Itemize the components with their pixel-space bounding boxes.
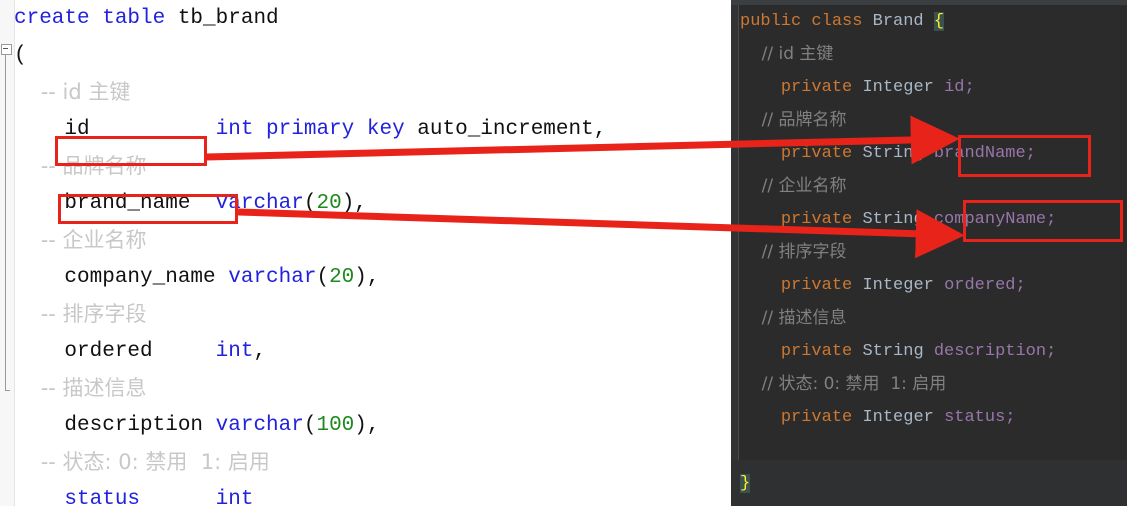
code-fold-end-marker — [5, 390, 10, 391]
code-token: // 状态: 0: 禁用 1: 启用 — [740, 374, 947, 394]
code-token: description — [14, 414, 216, 437]
code-token: public class — [740, 12, 873, 31]
code-token: ordered — [14, 340, 216, 363]
code-token: Integer — [862, 276, 945, 295]
java-editor-pane[interactable]: public class Brand { // id 主键 private In… — [731, 0, 1127, 506]
code-token: private — [780, 210, 863, 229]
highlight-box-sql-company-name — [58, 194, 238, 224]
code-token: -- 状态: 0: 禁用 1: 启用 — [14, 450, 270, 474]
code-token: ), — [354, 266, 380, 289]
code-token: , — [253, 340, 267, 363]
java-gutter[interactable] — [731, 5, 739, 506]
code-token: { — [933, 12, 945, 31]
highlight-box-sql-brand-name — [55, 136, 207, 166]
code-line: ordered int, — [14, 333, 606, 370]
code-line: -- 排序字段 — [14, 296, 606, 333]
code-line: private String description; — [740, 335, 1056, 368]
code-line: ( — [14, 37, 606, 74]
code-token: create table — [14, 7, 178, 30]
code-token: 20 — [316, 192, 342, 215]
code-line: -- id 主键 — [14, 74, 606, 111]
code-token: private — [780, 276, 863, 295]
code-token: ), — [354, 414, 380, 437]
code-token: ( — [316, 266, 330, 289]
sql-editor-pane[interactable]: create table tb_brand( -- id 主键 id int p… — [0, 0, 731, 506]
code-token: 20 — [329, 266, 355, 289]
code-token: auto_increment, — [417, 118, 607, 141]
code-line: status int — [14, 481, 606, 506]
code-line: // id 主键 — [740, 38, 1056, 71]
code-line: create table tb_brand — [14, 0, 606, 37]
code-token: // 描述信息 — [740, 308, 847, 328]
code-token: status — [14, 488, 216, 506]
code-token: 100 — [316, 414, 355, 437]
code-line: // 状态: 0: 禁用 1: 启用 — [740, 368, 1056, 401]
code-token: varchar — [215, 414, 304, 437]
code-fold-line — [5, 54, 6, 390]
code-line: private Integer ordered; — [740, 269, 1056, 302]
code-token: -- 企业名称 — [14, 228, 147, 252]
code-token: int — [215, 340, 254, 363]
code-token: -- 排序字段 — [14, 302, 147, 326]
code-token: // 企业名称 — [740, 176, 847, 196]
code-line: company_name varchar(20), — [14, 259, 606, 296]
code-fold-collapse-icon[interactable] — [1, 44, 12, 55]
code-token: varchar — [228, 266, 317, 289]
code-token: company_name — [14, 266, 229, 289]
highlight-box-java-brand-name — [958, 135, 1091, 177]
code-line: -- 状态: 0: 禁用 1: 启用 — [14, 444, 606, 481]
code-token: ( — [303, 414, 317, 437]
code-line: -- 企业名称 — [14, 222, 606, 259]
code-token: String — [862, 144, 934, 163]
code-line: public class Brand { — [740, 5, 1056, 38]
code-token: int primary key — [215, 118, 418, 141]
code-token: description; — [933, 342, 1057, 361]
code-token: private — [780, 342, 863, 361]
code-line: // 品牌名称 — [740, 104, 1056, 137]
code-token: tb_brand — [177, 7, 279, 30]
highlight-box-java-company-name — [963, 200, 1123, 242]
code-token: ), — [341, 192, 367, 215]
code-line: // 描述信息 — [740, 302, 1056, 335]
code-token: String — [862, 210, 934, 229]
code-line: private Integer id; — [740, 71, 1056, 104]
code-token: -- 描述信息 — [14, 376, 147, 400]
code-token: // 排序字段 — [740, 242, 847, 262]
code-line: description varchar(100), — [14, 407, 606, 444]
code-token: } — [740, 474, 751, 493]
code-token: // 品牌名称 — [740, 110, 847, 130]
code-token: -- id 主键 — [14, 80, 131, 104]
code-token: Brand — [872, 12, 934, 31]
code-token: ordered; — [944, 276, 1026, 295]
code-token: ( — [14, 44, 27, 67]
sql-code-text[interactable]: create table tb_brand( -- id 主键 id int p… — [14, 0, 606, 506]
code-token: int — [215, 488, 254, 506]
sql-gutter[interactable] — [0, 0, 15, 506]
java-code-text[interactable]: public class Brand { // id 主键 private In… — [740, 5, 1056, 500]
code-token: // id 主键 — [740, 44, 834, 64]
code-line: private Integer status; — [740, 401, 1056, 434]
code-line: -- 描述信息 — [14, 370, 606, 407]
code-token: ( — [303, 192, 317, 215]
code-token: Integer — [862, 78, 945, 97]
code-line: } — [740, 467, 1056, 500]
code-token: private — [780, 408, 863, 427]
code-token: status; — [944, 408, 1016, 427]
code-token: Integer — [862, 408, 945, 427]
screenshot-root: create table tb_brand( -- id 主键 id int p… — [0, 0, 1127, 506]
code-token: private — [780, 144, 863, 163]
code-token: String — [862, 342, 934, 361]
code-token: private — [780, 78, 863, 97]
code-token: id; — [944, 78, 975, 97]
